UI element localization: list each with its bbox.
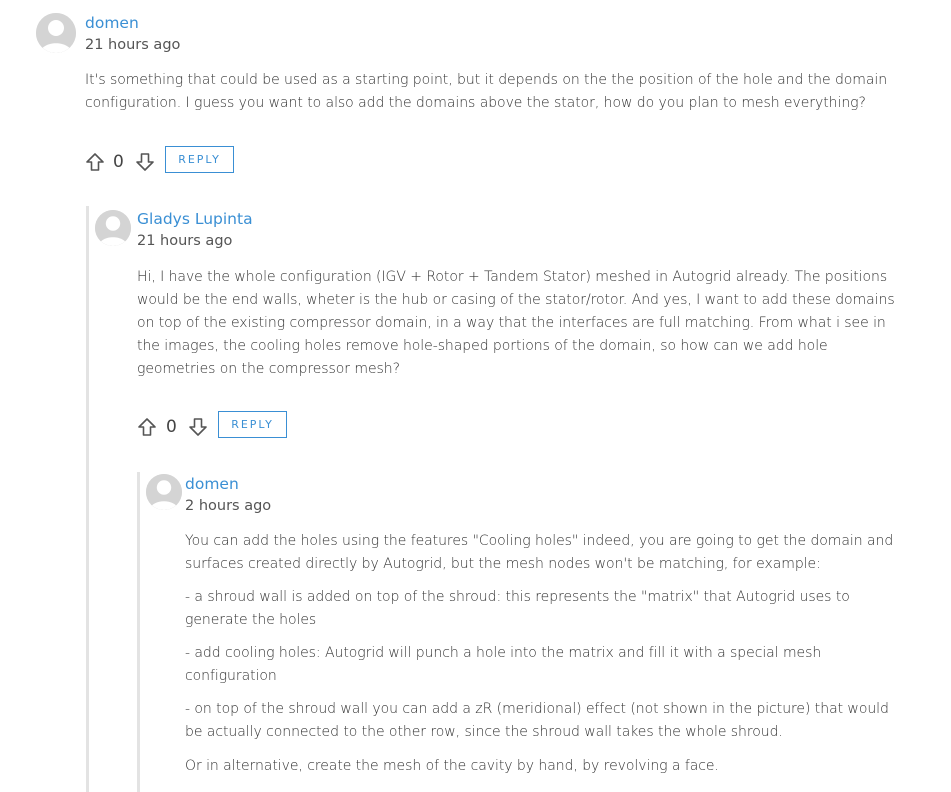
reply-button[interactable]: REPLY xyxy=(165,146,234,173)
comment-author[interactable]: domen xyxy=(185,475,239,493)
comment-time[interactable]: 2 hours ago xyxy=(185,498,271,514)
thread-line-level-1 xyxy=(86,206,89,792)
upvote-button[interactable] xyxy=(137,417,157,437)
comment-text: It's something that could be used as a s… xyxy=(85,72,888,111)
vote-count: 0 xyxy=(113,152,124,172)
comment-text: Hi, I have the whole configuration (IGV … xyxy=(137,269,895,377)
avatar[interactable] xyxy=(95,210,131,246)
user-avatar-icon xyxy=(146,474,182,510)
comment-text: - a shroud wall is added on top of the s… xyxy=(185,589,850,628)
comment-time[interactable]: 21 hours ago xyxy=(85,37,180,53)
arrow-down-outline-icon xyxy=(136,153,154,171)
comment-author[interactable]: domen xyxy=(85,14,139,32)
downvote-button[interactable] xyxy=(135,152,155,172)
comment-text: - on top of the shroud wall you can add … xyxy=(185,701,889,740)
user-avatar-icon xyxy=(36,13,76,53)
comment-text: Or in alternative, create the mesh of th… xyxy=(185,758,719,774)
avatar[interactable] xyxy=(146,474,182,510)
comment-text: - add cooling holes: Autogrid will punch… xyxy=(185,645,822,684)
comment-text: You can add the holes using the features… xyxy=(185,533,894,572)
arrow-down-outline-icon xyxy=(189,418,207,436)
arrow-up-outline-icon xyxy=(86,153,104,171)
comment-author[interactable]: Gladys Lupinta xyxy=(137,210,253,228)
reply-button[interactable]: REPLY xyxy=(218,411,287,438)
vote-count: 0 xyxy=(166,417,177,437)
upvote-button[interactable] xyxy=(85,152,105,172)
thread-line-level-2 xyxy=(137,472,140,792)
downvote-button[interactable] xyxy=(188,417,208,437)
comment-time[interactable]: 21 hours ago xyxy=(137,233,232,249)
avatar[interactable] xyxy=(36,13,76,53)
user-avatar-icon xyxy=(95,210,131,246)
arrow-up-outline-icon xyxy=(138,418,156,436)
